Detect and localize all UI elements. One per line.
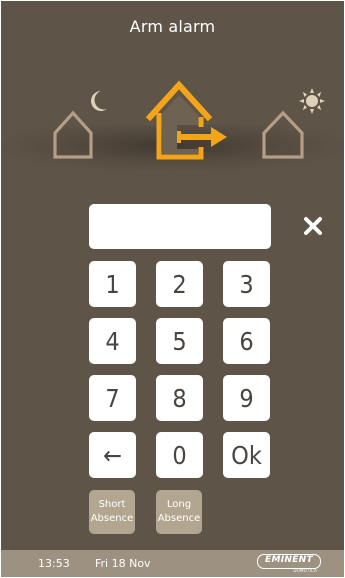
key-8[interactable]: 8 xyxy=(156,375,203,421)
key-7[interactable]: 7 xyxy=(89,375,136,421)
brand-logo: EMINENT DOMOTICA xyxy=(257,554,321,574)
key-4[interactable]: 4 xyxy=(89,318,136,364)
key-5[interactable]: 5 xyxy=(156,318,203,364)
key-1[interactable]: 1 xyxy=(89,261,136,307)
ok-button[interactable]: Ok xyxy=(223,432,270,478)
house-exit-arrow-icon[interactable] xyxy=(141,77,233,165)
arm-alarm-screen: Arm alarm 1 2 3 4 5 6 7 8 9 ← 0 Ok Short… xyxy=(1,1,344,577)
key-9[interactable]: 9 xyxy=(223,375,270,421)
key-2[interactable]: 2 xyxy=(156,261,203,307)
short-absence-button[interactable]: Short Absence xyxy=(89,490,135,534)
date: Fri 18 Nov xyxy=(95,557,151,570)
code-input[interactable] xyxy=(89,204,271,249)
page-title: Arm alarm xyxy=(129,17,216,36)
status-bar: 13:53 Fri 18 Nov EMINENT DOMOTICA xyxy=(1,550,344,577)
key-6[interactable]: 6 xyxy=(223,318,270,364)
house-moon-icon[interactable] xyxy=(49,87,113,163)
long-absence-button[interactable]: Long Absence xyxy=(156,490,202,534)
close-icon[interactable] xyxy=(301,214,325,238)
brand-subtitle: DOMOTICA xyxy=(293,568,317,573)
backspace-button[interactable]: ← xyxy=(89,432,136,478)
key-3[interactable]: 3 xyxy=(223,261,270,307)
brand-name: EMINENT xyxy=(265,555,313,565)
key-0[interactable]: 0 xyxy=(156,432,203,478)
house-sun-icon[interactable] xyxy=(256,87,326,163)
clock: 13:53 xyxy=(38,557,70,570)
